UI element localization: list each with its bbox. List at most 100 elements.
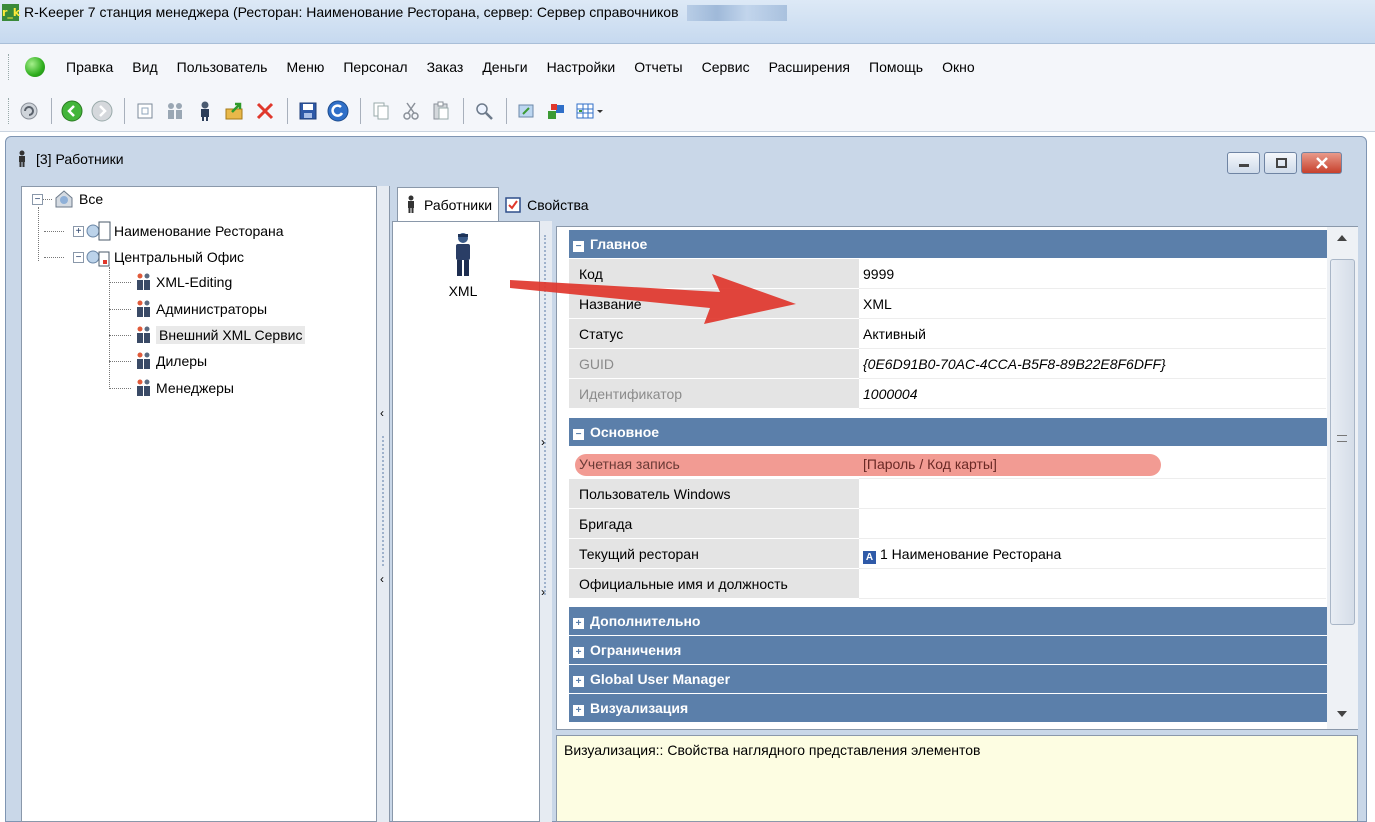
- restore-button[interactable]: [1264, 152, 1297, 174]
- grid-dropdown-icon[interactable]: [575, 99, 605, 123]
- paste-icon[interactable]: [429, 99, 453, 123]
- section-main[interactable]: − Главное: [569, 230, 1328, 259]
- tree-node-central-office[interactable]: Центральный Офис: [86, 246, 244, 268]
- tree-node-admins[interactable]: Администраторы: [134, 299, 267, 319]
- tree-node-label: Наименование Ресторана: [114, 223, 284, 239]
- menu-staff[interactable]: Персонал: [343, 59, 407, 75]
- collapse-toggle[interactable]: −: [73, 252, 84, 263]
- prop-row-windows-user[interactable]: Пользователь Windows: [569, 479, 1326, 509]
- menu-money[interactable]: Деньги: [482, 59, 527, 75]
- status-green-icon[interactable]: [25, 57, 45, 77]
- prop-name: Бригада: [569, 509, 859, 539]
- prop-value[interactable]: [859, 509, 1326, 539]
- tree-node-xml-editing[interactable]: XML-Editing: [134, 272, 232, 292]
- employee-group-icon: [137, 352, 150, 369]
- collapse-left-icon[interactable]: ‹: [380, 572, 384, 586]
- menu-settings[interactable]: Настройки: [547, 59, 616, 75]
- scrollbar-thumb[interactable]: [1330, 259, 1355, 625]
- menu-edit[interactable]: Правка: [66, 59, 113, 75]
- toolbar-grip[interactable]: [8, 97, 11, 124]
- sync-icon[interactable]: [515, 99, 539, 123]
- collapse-left-icon[interactable]: ‹: [380, 406, 384, 420]
- menu-grip[interactable]: [8, 54, 11, 80]
- prop-name: Официальные имя и должность: [569, 569, 859, 599]
- menu-user[interactable]: Пользователь: [177, 59, 268, 75]
- prop-name: Текущий ресторан: [569, 539, 859, 569]
- menu-menu[interactable]: Меню: [286, 59, 324, 75]
- delete-icon[interactable]: [253, 99, 277, 123]
- menu-order[interactable]: Заказ: [427, 59, 464, 75]
- tree-node-label: Внешний XML Сервис: [156, 326, 306, 344]
- employees-window-titlebar: [3] Работники: [6, 137, 1366, 181]
- toolbar-separator: [506, 97, 507, 124]
- scroll-up-icon[interactable]: [1337, 235, 1347, 241]
- prop-row-official-name[interactable]: Официальные имя и должность: [569, 569, 1326, 599]
- expand-right-icon[interactable]: ›: [541, 585, 545, 599]
- export-icon[interactable]: [223, 99, 247, 123]
- collapse-toggle[interactable]: −: [32, 194, 43, 205]
- colors-icon[interactable]: [545, 99, 569, 123]
- prop-row-account[interactable]: Учетная запись [Пароль / Код карты]: [569, 449, 1326, 479]
- tree-node-external-xml[interactable]: Внешний XML Сервис: [134, 325, 306, 345]
- tree-node-all[interactable]: Все: [53, 188, 103, 210]
- section-extra[interactable]: + Дополнительно: [569, 607, 1328, 636]
- window-title: R-Keeper 7 станция менеджера (Ресторан: …: [24, 4, 787, 22]
- prop-value[interactable]: 9999: [859, 259, 1326, 289]
- prop-row-brigade[interactable]: Бригада: [569, 509, 1326, 539]
- close-button[interactable]: [1301, 152, 1342, 174]
- prop-value[interactable]: [859, 569, 1326, 599]
- properties-scrollbar[interactable]: [1327, 227, 1358, 729]
- tree-node-managers[interactable]: Менеджеры: [134, 378, 234, 398]
- prop-name: Пользователь Windows: [569, 479, 859, 509]
- tab-properties[interactable]: Свойства: [499, 189, 594, 221]
- minimize-button[interactable]: [1227, 152, 1260, 174]
- undo-icon[interactable]: [326, 99, 350, 123]
- expand-right-icon[interactable]: ›: [541, 435, 545, 449]
- new-item-icon[interactable]: [133, 99, 157, 123]
- restaurant-icon: [86, 221, 111, 241]
- menu-view[interactable]: Вид: [132, 59, 157, 75]
- menu-reports[interactable]: Отчеты: [634, 59, 682, 75]
- blurred-region: [686, 5, 787, 22]
- tree-connector: [109, 335, 131, 336]
- section-basic[interactable]: − Основное: [569, 418, 1328, 447]
- forward-icon[interactable]: [90, 99, 114, 123]
- copy-icon[interactable]: [369, 99, 393, 123]
- section-global-user-manager[interactable]: + Global User Manager: [569, 665, 1328, 694]
- tree-node-restaurant[interactable]: Наименование Ресторана: [86, 220, 284, 242]
- prop-row-identifier[interactable]: Идентификатор 1000004: [569, 379, 1326, 409]
- scroll-down-icon[interactable]: [1337, 711, 1347, 717]
- employee-group-icon: [137, 300, 150, 317]
- refresh-icon[interactable]: [17, 99, 41, 123]
- prop-value[interactable]: 1000004: [859, 379, 1326, 409]
- save-icon[interactable]: [296, 99, 320, 123]
- menu-extensions[interactable]: Расширения: [769, 59, 850, 75]
- tree-connector: [109, 309, 131, 310]
- prop-row-guid[interactable]: GUID {0E6D91B0-70AC-4CCA-B5F8-89B22E8F6D…: [569, 349, 1326, 379]
- menu-help[interactable]: Помощь: [869, 59, 923, 75]
- list-item[interactable]: XML: [433, 232, 493, 299]
- back-icon[interactable]: [60, 99, 84, 123]
- cut-icon[interactable]: [399, 99, 423, 123]
- tab-employees[interactable]: Работники: [397, 187, 500, 221]
- prop-value[interactable]: [Пароль / Код карты]: [859, 449, 1326, 479]
- prop-value[interactable]: XML: [859, 289, 1326, 319]
- properties-checkbox-icon: [505, 197, 521, 213]
- menu-service[interactable]: Сервис: [702, 59, 750, 75]
- section-limits[interactable]: + Ограничения: [569, 636, 1328, 665]
- prop-value[interactable]: Активный: [859, 319, 1326, 349]
- section-visualization[interactable]: + Визуализация: [569, 694, 1328, 723]
- prop-value[interactable]: {0E6D91B0-70AC-4CCA-B5F8-89B22E8F6DFF}: [859, 349, 1326, 379]
- title-bar: r_k R-Keeper 7 станция менеджера (Рестор…: [0, 0, 1375, 44]
- employee-icon[interactable]: [193, 99, 217, 123]
- prop-row-current-restaurant[interactable]: Текущий ресторан A 1 Наименование Рестора…: [569, 539, 1326, 569]
- group-icon[interactable]: [163, 99, 187, 123]
- prop-value[interactable]: A 1 Наименование Ресторана: [859, 539, 1326, 569]
- search-icon[interactable]: [472, 99, 496, 123]
- prop-value[interactable]: [859, 479, 1326, 509]
- collapse-box-icon: −: [573, 241, 584, 252]
- tree-splitter[interactable]: ‹ ‹: [377, 186, 390, 822]
- menu-window[interactable]: Окно: [942, 59, 975, 75]
- tree-node-dealers[interactable]: Дилеры: [134, 351, 207, 371]
- expand-toggle[interactable]: +: [73, 226, 84, 237]
